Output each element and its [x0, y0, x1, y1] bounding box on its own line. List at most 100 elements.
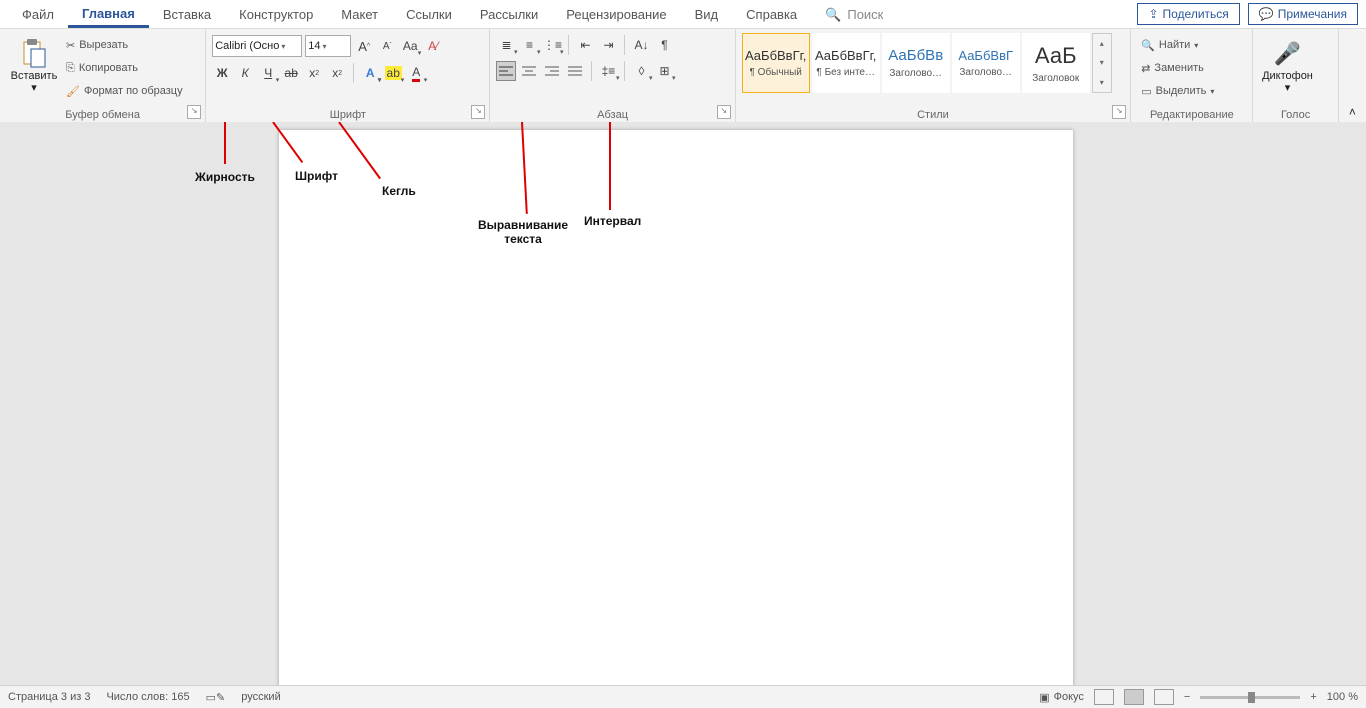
style-heading1[interactable]: АаБбВвЗаголово… — [882, 33, 950, 93]
numbering-button[interactable]: ≡▾ — [519, 35, 539, 55]
copy-label: Копировать — [79, 62, 138, 74]
callout-align: Выравнивание текста — [468, 218, 578, 246]
style-heading2[interactable]: АаБбВвГЗаголово… — [952, 33, 1020, 93]
justify-button[interactable] — [565, 61, 585, 81]
language-status[interactable]: русский — [241, 691, 280, 703]
cut-icon: ✂ — [66, 39, 75, 52]
group-paragraph: ≣▾ ≡▾ ⋮≡▾ ⇤ ⇥ A↓ ¶ ‡≡▾ ◊▾ ⊞▾ — [490, 29, 735, 123]
dictation-label: Диктофон — [1262, 70, 1313, 82]
comments-button[interactable]: 💬Примечания — [1248, 3, 1358, 25]
underline-button[interactable]: Ч▾ — [258, 63, 278, 83]
sort-button[interactable]: A↓ — [631, 35, 651, 55]
font-launcher[interactable]: ↘ — [471, 105, 485, 119]
style-gallery-more[interactable]: ▴▾▾ — [1092, 33, 1112, 93]
share-button[interactable]: ⇪ Поделиться — [1137, 3, 1239, 25]
zoom-out-button[interactable]: − — [1184, 691, 1190, 703]
view-read-button[interactable] — [1094, 689, 1114, 705]
clear-format-button[interactable]: A⁄ — [423, 36, 443, 56]
style-preview: АаБбВвГг, — [745, 48, 806, 63]
dictation-button[interactable]: 🎤 Диктофон▾ — [1259, 31, 1315, 103]
decrease-indent-button[interactable]: ⇤ — [575, 35, 595, 55]
tab-help[interactable]: Справка — [732, 2, 811, 26]
proofing-icon[interactable]: ▭✎ — [206, 691, 226, 704]
cut-button[interactable]: ✂ Вырезать — [62, 35, 187, 55]
word-count[interactable]: Число слов: 165 — [106, 691, 189, 703]
bullets-button[interactable]: ≣▾ — [496, 35, 516, 55]
cut-label: Вырезать — [79, 39, 128, 51]
font-color-button[interactable]: A▾ — [406, 63, 426, 83]
search-box[interactable]: 🔍 Поиск — [811, 2, 897, 27]
focus-label: Фокус — [1054, 691, 1084, 703]
line-spacing-button[interactable]: ‡≡▾ — [598, 61, 618, 81]
separator — [353, 63, 354, 83]
style-title[interactable]: АаБ Заголовок — [1022, 33, 1090, 93]
borders-button[interactable]: ⊞▾ — [654, 61, 674, 81]
tab-layout[interactable]: Макет — [327, 2, 392, 26]
strike-button[interactable]: ab — [281, 63, 301, 83]
grow-font-button[interactable]: A^ — [354, 36, 374, 56]
status-bar: Страница 3 из 3 Число слов: 165 ▭✎ русск… — [0, 685, 1366, 708]
change-case-button[interactable]: Aa▾ — [400, 36, 420, 56]
zoom-in-button[interactable]: + — [1310, 691, 1316, 703]
style-normal[interactable]: АаБбВвГг,¶ Обычный — [742, 33, 810, 93]
focus-mode-button[interactable]: ▣ Фокус — [1039, 691, 1084, 704]
tab-design[interactable]: Конструктор — [225, 2, 327, 26]
clipboard-launcher[interactable]: ↘ — [187, 105, 201, 119]
italic-button[interactable]: К — [235, 63, 255, 83]
subscript-button[interactable]: x2 — [304, 63, 324, 83]
multilevel-button[interactable]: ⋮≡▾ — [542, 35, 562, 55]
group-voice: 🎤 Диктофон▾ Голос — [1253, 29, 1338, 123]
tab-insert[interactable]: Вставка — [149, 2, 225, 26]
view-web-button[interactable] — [1154, 689, 1174, 705]
style-nospacing[interactable]: АаБбВвГг,¶ Без инте… — [812, 33, 880, 93]
tab-references[interactable]: Ссылки — [392, 2, 466, 26]
zoom-slider[interactable] — [1200, 696, 1300, 699]
align-left-button[interactable] — [496, 61, 516, 81]
share-label: Поделиться — [1163, 7, 1229, 21]
tab-mailings[interactable]: Рассылки — [466, 2, 552, 26]
find-label: Найти — [1159, 39, 1190, 51]
group-styles-title: Стили — [742, 109, 1125, 123]
comments-label: Примечания — [1278, 7, 1347, 21]
zoom-thumb[interactable] — [1248, 692, 1255, 703]
bold-button[interactable]: Ж — [212, 63, 232, 83]
zoom-level[interactable]: 100 % — [1327, 691, 1358, 703]
replace-button[interactable]: ⇄Заменить — [1137, 58, 1218, 78]
page-status[interactable]: Страница 3 из 3 — [8, 691, 90, 703]
group-editing-title: Редактирование — [1137, 109, 1246, 123]
shrink-font-button[interactable]: Aˇ — [377, 36, 397, 56]
copy-button[interactable]: ⎘Копировать — [62, 58, 187, 78]
align-center-button[interactable] — [519, 61, 539, 81]
document-page[interactable] — [279, 130, 1073, 686]
shading-button[interactable]: ◊▾ — [631, 61, 651, 81]
tab-home[interactable]: Главная — [68, 1, 149, 28]
style-gallery: АаБбВвГг,¶ Обычный АаБбВвГг,¶ Без инте… … — [742, 31, 1112, 93]
share-icon: ⇪ — [1148, 7, 1158, 21]
view-print-button[interactable] — [1124, 689, 1144, 705]
collapse-ribbon-button[interactable]: ˄ — [1339, 29, 1366, 123]
style-name: Заголовок — [1032, 73, 1079, 84]
select-label: Выделить — [1156, 85, 1207, 97]
increase-indent-button[interactable]: ⇥ — [598, 35, 618, 55]
superscript-button[interactable]: x2 — [327, 63, 347, 83]
font-size-combo[interactable]: 14▾ — [305, 35, 351, 57]
show-marks-button[interactable]: ¶ — [654, 35, 674, 55]
align-right-button[interactable] — [542, 61, 562, 81]
tab-file[interactable]: Файл — [8, 2, 68, 26]
style-preview: АаБ — [1035, 43, 1077, 69]
tab-review[interactable]: Рецензирование — [552, 2, 680, 26]
paragraph-launcher[interactable]: ↘ — [717, 105, 731, 119]
highlight-button[interactable]: ab▾ — [383, 63, 403, 83]
style-preview: АаБбВвГ — [958, 48, 1013, 63]
separator — [568, 35, 569, 55]
tab-view[interactable]: Вид — [681, 2, 733, 26]
document-workspace: Жирность Шрифт Кегль Выравнивание текста… — [0, 122, 1366, 686]
find-button[interactable]: 🔍Найти ▾ — [1137, 35, 1218, 55]
font-name-combo[interactable]: Calibri (Осно▾ — [212, 35, 302, 57]
format-painter-button[interactable]: 🖌Формат по образцу — [62, 81, 187, 101]
paste-button[interactable]: Вставить▾ — [6, 31, 62, 103]
styles-launcher[interactable]: ↘ — [1112, 105, 1126, 119]
select-button[interactable]: ▭Выделить ▾ — [1137, 81, 1218, 101]
text-effects-button[interactable]: A▾ — [360, 63, 380, 83]
style-name: Заголово… — [889, 68, 942, 79]
